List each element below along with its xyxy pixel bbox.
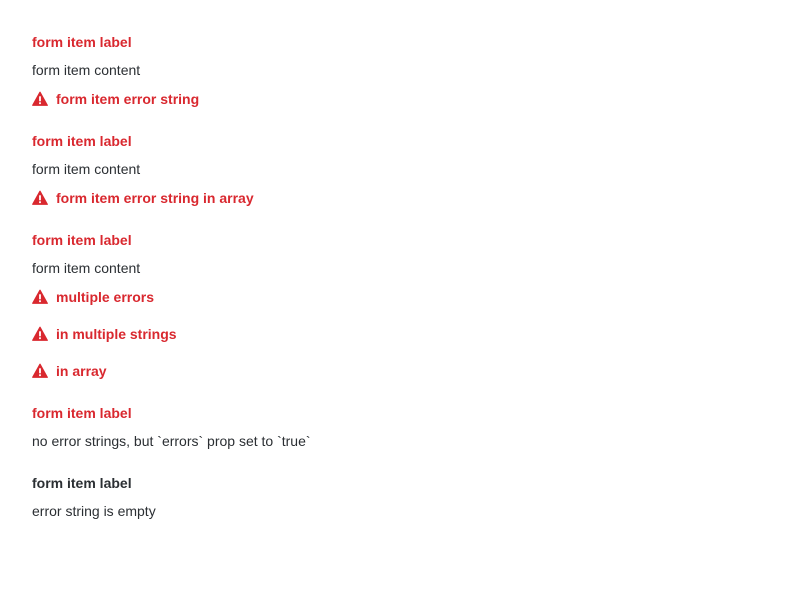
warning-triangle-icon bbox=[32, 363, 48, 379]
error-message: multiple errors bbox=[32, 288, 768, 306]
warning-triangle-icon bbox=[32, 91, 48, 107]
error-message: in array bbox=[32, 362, 768, 380]
error-text: in multiple strings bbox=[56, 326, 177, 342]
form-item-content: error string is empty bbox=[32, 503, 156, 519]
form-item: form item label form item content form i… bbox=[32, 33, 768, 108]
form-item-content: form item content bbox=[32, 161, 141, 177]
form-item: form item label form item content form i… bbox=[32, 132, 768, 207]
error-message: form item error string bbox=[32, 90, 768, 108]
form-item-label: form item label bbox=[32, 232, 132, 248]
error-text: form item error string bbox=[56, 91, 200, 107]
form-item-label: form item label bbox=[32, 133, 132, 149]
form-item: form item label no error strings, but `e… bbox=[32, 404, 768, 450]
error-text: form item error string in array bbox=[56, 190, 254, 206]
form-item-content: form item content bbox=[32, 260, 141, 276]
form-item-content: form item content bbox=[32, 62, 141, 78]
form-item: form item label form item content multip… bbox=[32, 231, 768, 380]
form-item: form item label error string is empty bbox=[32, 474, 768, 520]
form-item-label: form item label bbox=[32, 475, 132, 491]
error-message: form item error string in array bbox=[32, 189, 768, 207]
error-list: form item error string in array bbox=[32, 189, 768, 207]
error-list: multiple errors in multiple strings in a… bbox=[32, 288, 768, 380]
form-item-content: no error strings, but `errors` prop set … bbox=[32, 433, 311, 449]
error-text: multiple errors bbox=[56, 289, 155, 305]
form-items-page: form item label form item content form i… bbox=[0, 0, 800, 600]
error-text: in array bbox=[56, 363, 107, 379]
warning-triangle-icon bbox=[32, 326, 48, 342]
warning-triangle-icon bbox=[32, 190, 48, 206]
warning-triangle-icon bbox=[32, 289, 48, 305]
error-list: form item error string bbox=[32, 90, 768, 108]
form-item-label: form item label bbox=[32, 34, 132, 50]
error-message: in multiple strings bbox=[32, 325, 768, 343]
form-item-label: form item label bbox=[32, 405, 132, 421]
